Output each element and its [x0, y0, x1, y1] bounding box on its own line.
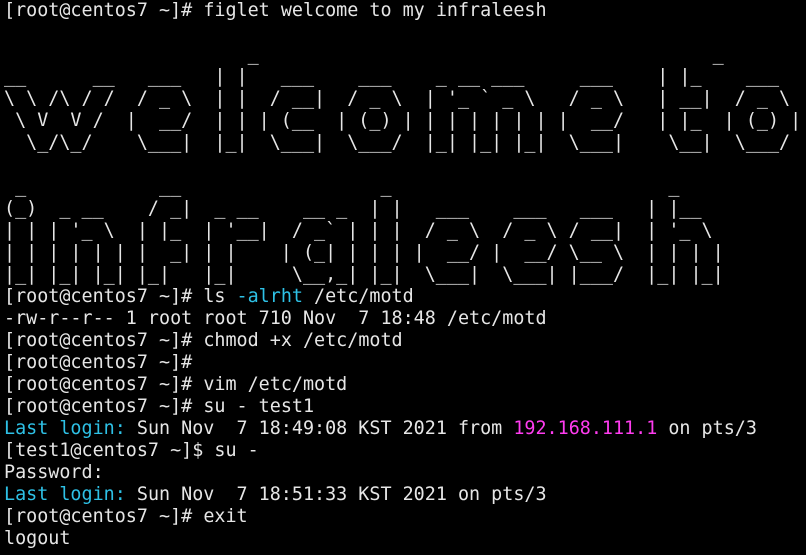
shell-prompt: [root@centos7 ~]#	[4, 396, 204, 417]
last-login-time: Sun Nov 7 18:51:33 KST 2021 on pts/3	[125, 484, 547, 505]
command-text: figlet welcome to my infraleesh	[203, 0, 547, 21]
last-login-label: Last login:	[4, 484, 126, 505]
shell-prompt: [root@centos7 ~]#	[4, 506, 204, 527]
ascii-art-line: __ __ ___ | | ___ ___ _ __ ___ ___ | |_ …	[4, 66, 780, 87]
shell-prompt: [root@centos7 ~]#	[4, 374, 204, 395]
terminal-window[interactable]: [root@centos7 ~]# figlet welcome to my i…	[0, 0, 806, 555]
figlet-ascii-banner: _ _ __ __ ___ | | ___ ___ _ __ ___ ___ |…	[4, 22, 806, 286]
terminal-line-empty-prompt: [root@centos7 ~]#	[4, 352, 806, 374]
terminal-line-su-root-command: [test1@centos7 ~]$ su -	[4, 440, 806, 462]
command-text: exit	[203, 506, 248, 527]
ascii-art-line: _ __ _ _	[4, 176, 680, 197]
ascii-art-line	[4, 22, 806, 44]
ascii-art-line: \_/\_/ \___| |_| \___| \___/ |_| |_| |_|…	[26, 132, 791, 153]
terminal-line-ls-command: [root@centos7 ~]# ls -alrht /etc/motd	[4, 286, 806, 308]
terminal-line-ls-output: -rw-r--r-- 1 root root 710 Nov 7 18:48 /…	[4, 308, 547, 329]
ascii-art-line: _ _	[4, 44, 724, 65]
terminal-line-vim-command: [root@centos7 ~]# vim /etc/motd	[4, 374, 806, 396]
command-text: su - test1	[203, 396, 315, 417]
command-text: ls	[203, 286, 237, 307]
terminal-line-exit-command: [root@centos7 ~]# exit	[4, 506, 806, 528]
command-text: vim /etc/motd	[203, 374, 348, 395]
shell-prompt: [root@centos7 ~]#	[4, 352, 204, 373]
command-text: su -	[214, 440, 259, 461]
ascii-art-line: \ \ /\ / / / _ \ | | / __| / _ \ | '_ ` …	[4, 88, 791, 109]
terminal-line-last-login-2: Last login: Sun Nov 7 18:51:33 KST 2021 …	[4, 484, 806, 506]
shell-prompt: [root@centos7 ~]#	[4, 0, 204, 21]
ascii-art-line: (_) _ __ / _| _ __ __ _ | | ___ ___ ___ …	[4, 198, 702, 219]
shell-prompt: [root@centos7 ~]#	[4, 330, 204, 351]
ascii-art-line: |___/	[4, 154, 806, 176]
shell-prompt: [root@centos7 ~]#	[4, 286, 204, 307]
ascii-art-line: \ V V / | __/ | | | (__ | (_) | | | | | …	[15, 110, 802, 131]
last-login-tty: on pts/3	[657, 418, 757, 439]
command-flag: -alrht	[236, 286, 303, 307]
ascii-art-line: |_| |_| |_| |_| |_| \__,_| |_| \___| \__…	[4, 264, 724, 285]
last-login-time: Sun Nov 7 18:49:08 KST 2021 from	[125, 418, 514, 439]
terminal-line-last-login-1: Last login: Sun Nov 7 18:49:08 KST 2021 …	[4, 418, 806, 440]
last-login-label: Last login:	[4, 418, 126, 439]
ascii-art-line: | | | '_ \ | |_ | '__| / _` | | | / _ \ …	[4, 220, 713, 241]
shell-prompt-user: [test1@centos7 ~]$	[4, 440, 215, 461]
last-login-ip: 192.168.111.1	[513, 418, 658, 439]
terminal-line-chmod-command: [root@centos7 ~]# chmod +x /etc/motd	[4, 330, 806, 352]
terminal-line-su-test1-command: [root@centos7 ~]# su - test1	[4, 396, 806, 418]
command-path: /etc/motd	[302, 286, 414, 307]
ascii-art-line: | | | | | | | _| | | | (_| | | | | __/ |…	[4, 242, 724, 263]
terminal-line-figlet-command: [root@centos7 ~]# figlet welcome to my i…	[4, 0, 806, 22]
command-text: chmod +x /etc/motd	[203, 330, 403, 351]
terminal-line-logout: logout	[4, 528, 71, 549]
terminal-line-password-prompt: Password:	[4, 462, 104, 483]
